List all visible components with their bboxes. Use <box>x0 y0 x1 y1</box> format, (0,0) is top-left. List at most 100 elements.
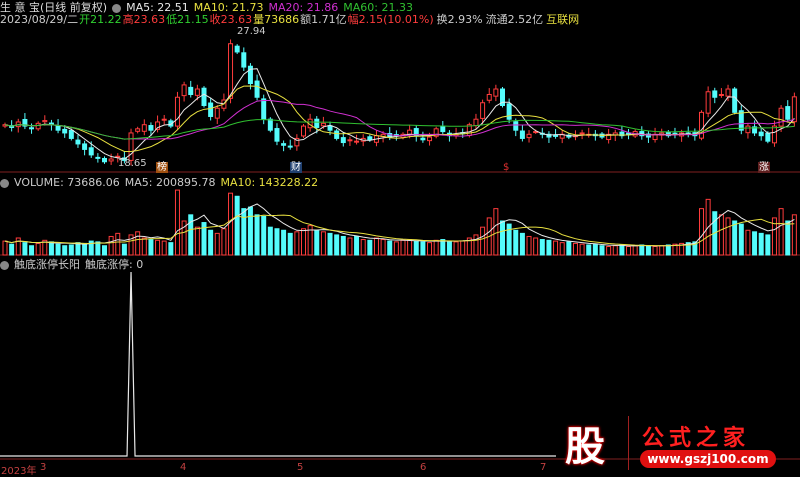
candle-up <box>194 88 200 96</box>
volume-bar <box>785 220 791 256</box>
candle-down <box>506 103 512 120</box>
candle-up <box>493 88 499 97</box>
event-marker-dollar[interactable]: $ <box>502 162 510 173</box>
volume-value: VOLUME: 73686.06 <box>14 176 120 189</box>
candle-down <box>732 88 738 113</box>
volume-bar <box>9 243 15 256</box>
chart-canvas[interactable] <box>0 0 800 475</box>
event-marker-bang[interactable]: 榜 <box>156 162 168 173</box>
volume-bar <box>274 228 280 256</box>
volume-bar <box>473 234 479 256</box>
volume-bar <box>387 240 393 256</box>
low-marker: 18.65 <box>118 158 147 169</box>
candle-up <box>579 132 585 135</box>
candle-up <box>354 140 360 143</box>
volume-bar <box>102 245 107 256</box>
volume-bar <box>619 244 625 256</box>
candle-down <box>241 52 247 68</box>
candle-up <box>725 88 731 97</box>
volume-bar <box>626 246 632 256</box>
volume-bar <box>493 208 499 256</box>
candle-down <box>95 156 101 159</box>
candle-up <box>778 107 784 127</box>
volume-bar <box>453 241 459 256</box>
volume-bar <box>287 232 293 256</box>
indicator-value: 触底涨停: 0 <box>85 258 144 271</box>
candle-down <box>765 132 771 142</box>
volume-bar <box>228 192 234 256</box>
volume-bar <box>400 239 406 256</box>
candle-up <box>214 107 220 119</box>
volume-bar <box>161 240 167 256</box>
volume-bar <box>254 214 260 256</box>
volume-bar <box>373 237 379 256</box>
candle-down <box>519 130 525 139</box>
candle-down <box>62 128 68 134</box>
volume-bar <box>214 232 220 256</box>
logo-name: 公式之家 <box>642 426 751 451</box>
event-marker-zhang[interactable]: 涨 <box>758 162 770 173</box>
candle-up <box>473 118 479 127</box>
candle-up <box>771 125 777 144</box>
collapse-icon[interactable] <box>0 260 9 270</box>
candle-down <box>712 90 718 98</box>
volume-bar <box>281 229 287 256</box>
candle-up <box>141 124 147 132</box>
candle-down <box>367 136 373 141</box>
volume-ma10: MA10: 143228.22 <box>220 176 319 189</box>
volume-header: VOLUME: 73686.06 MA5: 200895.78 MA10: 1432… <box>0 176 323 189</box>
volume-bar <box>480 226 486 256</box>
candle-down <box>553 134 559 137</box>
volume-bar <box>506 223 512 256</box>
indicator-line <box>0 271 556 457</box>
axis-month: 3 <box>40 462 47 473</box>
ma5-line <box>4 68 795 160</box>
volume-bar <box>599 245 605 256</box>
candle-up <box>347 139 353 142</box>
volume-bar <box>612 245 618 256</box>
candle-down <box>148 125 154 131</box>
volume-bar <box>413 240 419 256</box>
candle-up <box>128 132 134 161</box>
volume-bar <box>55 243 61 256</box>
volume-bar <box>393 241 399 256</box>
candle-down <box>68 129 74 139</box>
candle-up <box>745 125 751 134</box>
logo-url: www.gszj100.com <box>640 450 776 468</box>
axis-month: 7 <box>540 462 547 473</box>
volume-bar <box>267 226 273 256</box>
collapse-icon[interactable] <box>0 178 9 188</box>
candle-down <box>208 102 214 117</box>
volume-bar <box>586 244 592 256</box>
candle-down <box>261 98 267 120</box>
volume-bar <box>294 231 300 256</box>
axis-month: 4 <box>180 462 187 473</box>
volume-bar <box>579 243 585 256</box>
candle-down <box>440 125 446 133</box>
volume-bar <box>48 241 54 256</box>
volume-bar <box>699 208 704 256</box>
volume-bar <box>539 239 545 256</box>
volume-bar <box>460 240 466 256</box>
volume-bar <box>168 242 174 256</box>
indicator-header: 触底涨停长阳 触底涨停: 0 <box>0 258 148 271</box>
volume-bar <box>155 239 161 256</box>
candle-down <box>738 110 744 131</box>
volume-bar <box>526 235 532 256</box>
candle-up <box>320 122 326 127</box>
candle-down <box>513 121 519 131</box>
volume-bar <box>566 241 572 256</box>
volume-bar <box>553 240 559 256</box>
logo-char: 股 <box>565 424 605 470</box>
event-marker-cai[interactable]: 财 <box>290 162 302 173</box>
candle-up <box>705 91 711 114</box>
axis-month: 5 <box>297 462 304 473</box>
candle-down <box>314 118 320 128</box>
volume-bar <box>732 220 738 256</box>
candle-down <box>340 137 346 144</box>
candle-down <box>420 137 426 141</box>
candle-up <box>174 96 180 127</box>
volume-bar <box>2 240 8 256</box>
volume-bar <box>725 217 731 256</box>
volume-bar <box>433 239 439 256</box>
